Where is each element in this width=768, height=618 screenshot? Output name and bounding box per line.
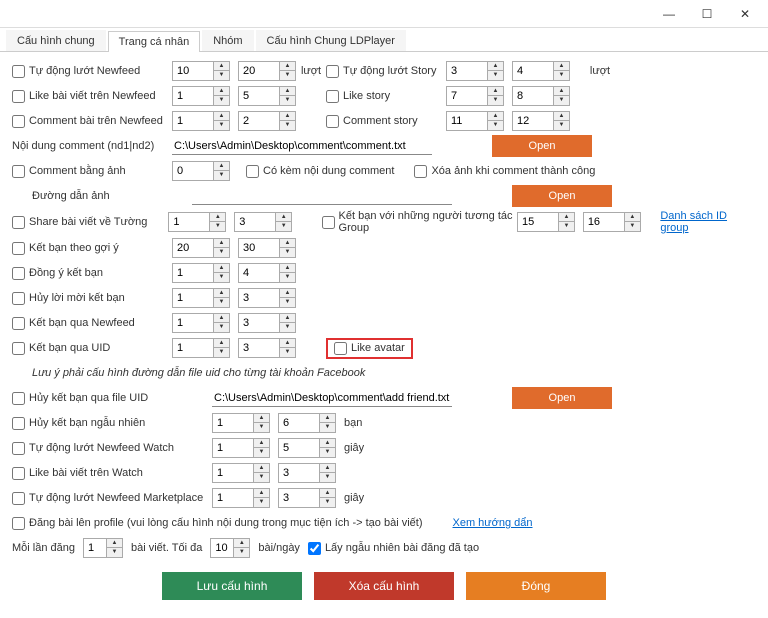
check-like-story[interactable]: Like story [326,90,446,103]
spin-accept-2[interactable]: ▲▼ [238,263,296,283]
spin-newfeed-2[interactable]: ▲▼ [238,61,296,81]
minimize-button[interactable]: — [650,3,688,25]
check-attach-comment[interactable]: Có kèm nội dung comment [246,165,394,178]
spin-each[interactable]: ▲▼ [83,538,123,558]
check-auto-watch[interactable]: Tự động lướt Newfeed Watch [12,442,212,455]
spin-watch-1[interactable]: ▲▼ [212,438,270,458]
spin-story-2[interactable]: ▲▼ [512,61,570,81]
spin-fuid-1[interactable]: ▲▼ [172,338,230,358]
input-image-path[interactable] [192,187,452,205]
tab-ldplayer[interactable]: Cấu hình Chung LDPlayer [256,30,406,51]
spin-share-1[interactable]: ▲▼ [168,212,226,232]
spin-group-1[interactable]: ▲▼ [517,212,575,232]
spin-cancel-2[interactable]: ▲▼ [238,288,296,308]
spin-like-2[interactable]: ▲▼ [238,86,296,106]
check-like-avatar[interactable]: Like avatar [326,338,413,359]
check-cancel-invite[interactable]: Hủy lời mời kết bạn [12,292,172,305]
check-friend-uid[interactable]: Kết bạn qua UID [12,342,172,355]
check-auto-market[interactable]: Tự động lướt Newfeed Marketplace [12,492,212,505]
check-like-watch[interactable]: Like bài viết trên Watch [12,467,212,480]
check-like-newfeed[interactable]: Like bài viết trên Newfeed [12,90,172,103]
spin-like-1[interactable]: ▲▼ [172,86,230,106]
spin-fuid-2[interactable]: ▲▼ [238,338,296,358]
spin-max[interactable]: ▲▼ [210,538,250,558]
spin-newfeed-1[interactable]: ▲▼ [172,61,230,81]
tab-bar: Cấu hình chung Trang cá nhân Nhóm Cấu hì… [0,28,768,52]
input-addfriend-path[interactable] [212,389,452,407]
check-delete-image[interactable]: Xóa ảnh khi comment thành công [414,165,595,178]
spin-likestory-1[interactable]: ▲▼ [446,86,504,106]
spin-watch-2[interactable]: ▲▼ [278,438,336,458]
uid-note: Lưu ý phải cấu hình đường dẫn file uid c… [32,367,365,379]
label-comment-content: Nội dung comment (nd1|nd2) [12,140,172,152]
check-share-wall[interactable]: Share bài viết về Tường [12,216,168,229]
close-button[interactable]: Đóng [466,572,606,600]
spin-likewatch-2[interactable]: ▲▼ [278,463,336,483]
spin-comment-2[interactable]: ▲▼ [238,111,296,131]
check-comment-newfeed[interactable]: Comment bài trên Newfeed [12,115,172,128]
check-unfriend-file[interactable]: Hủy kết bạn qua file UID [12,392,212,405]
check-auto-story[interactable]: Tự động lướt Story [326,65,446,78]
spin-story-1[interactable]: ▲▼ [446,61,504,81]
spin-suggest-1[interactable]: ▲▼ [172,238,230,258]
maximize-button[interactable]: ☐ [688,3,726,25]
delete-button[interactable]: Xóa cấu hình [314,572,454,600]
spin-accept-1[interactable]: ▲▼ [172,263,230,283]
check-auto-newfeed[interactable]: Tự động lướt Newfeed [12,65,172,78]
check-post-profile[interactable]: Đăng bài lên profile (vui lòng cấu hình … [12,517,423,530]
link-group-id[interactable]: Danh sách ID group [660,210,756,234]
spin-cstory-1[interactable]: ▲▼ [446,111,504,131]
check-random-post[interactable]: Lấy ngẫu nhiên bài đăng đã tạo [308,542,479,555]
spin-group-2[interactable]: ▲▼ [583,212,641,232]
open-comment-button[interactable]: Open [492,135,592,157]
spin-comment-1[interactable]: ▲▼ [172,111,230,131]
spin-cancel-1[interactable]: ▲▼ [172,288,230,308]
spin-suggest-2[interactable]: ▲▼ [238,238,296,258]
open-image-button[interactable]: Open [512,185,612,207]
link-guide[interactable]: Xem hướng dẩn [453,517,533,529]
check-comment-image[interactable]: Comment bằng ảnh [12,165,172,178]
spin-market-2[interactable]: ▲▼ [278,488,336,508]
close-window-button[interactable]: ✕ [726,3,764,25]
spin-comment-img[interactable]: ▲▼ [172,161,230,181]
open-addfriend-button[interactable]: Open [512,387,612,409]
check-friend-newfeed[interactable]: Kết bạn qua Newfeed [12,317,172,330]
tab-profile[interactable]: Trang cá nhân [108,31,201,52]
tab-content: Tự động lướt Newfeed ▲▼ ▲▼ lượt Tự động … [0,52,768,618]
label-image-path: Đường dẫn ảnh [32,190,192,202]
spin-cstory-2[interactable]: ▲▼ [512,111,570,131]
check-accept-friend[interactable]: Đồng ý kết bạn [12,267,172,280]
spin-likewatch-1[interactable]: ▲▼ [212,463,270,483]
input-comment-path[interactable] [172,137,432,155]
check-unfriend-random[interactable]: Hủy kết bạn ngẫu nhiên [12,417,212,430]
check-comment-story[interactable]: Comment story [326,115,446,128]
tab-general[interactable]: Cấu hình chung [6,30,106,51]
tab-group[interactable]: Nhóm [202,30,253,51]
check-friend-suggest[interactable]: Kết bạn theo gợi ý [12,242,172,255]
spin-fnew-2[interactable]: ▲▼ [238,313,296,333]
spin-likestory-2[interactable]: ▲▼ [512,86,570,106]
spin-market-1[interactable]: ▲▼ [212,488,270,508]
save-button[interactable]: Lưu cấu hình [162,572,302,600]
check-friend-group[interactable]: Kết bạn với những người tương tác Group [322,210,517,234]
spin-share-2[interactable]: ▲▼ [234,212,292,232]
spin-unrand-1[interactable]: ▲▼ [212,413,270,433]
spin-unrand-2[interactable]: ▲▼ [278,413,336,433]
spin-fnew-1[interactable]: ▲▼ [172,313,230,333]
titlebar: — ☐ ✕ [0,0,768,28]
